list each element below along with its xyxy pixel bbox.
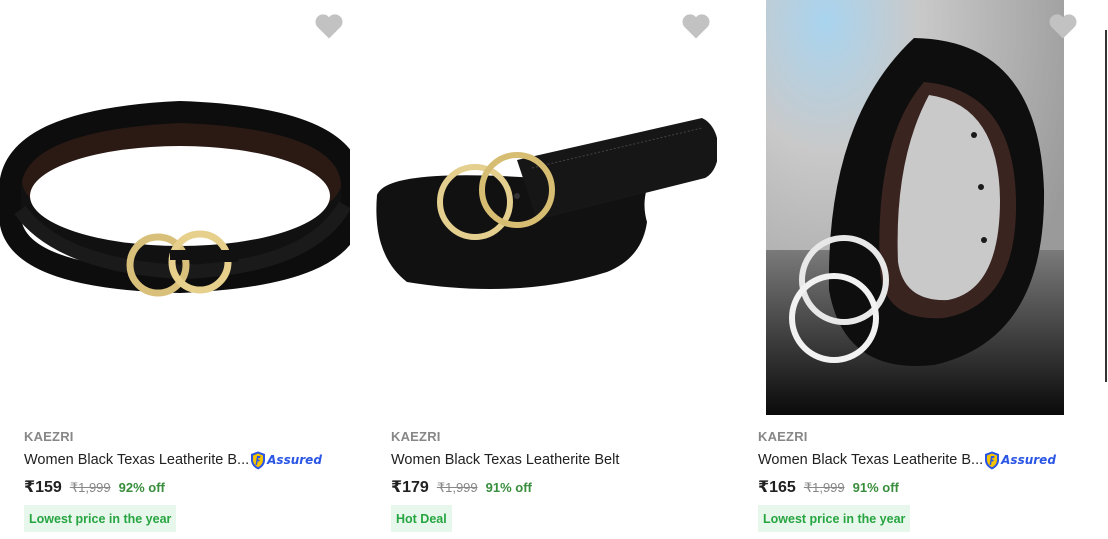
assured-badge: Assured xyxy=(984,451,1056,470)
assured-shield-icon xyxy=(985,451,1000,469)
wishlist-heart-icon[interactable] xyxy=(314,12,344,40)
product-title[interactable]: Women Black Texas Leatherite B... xyxy=(758,452,983,468)
product-brand: KAEZRI xyxy=(24,429,74,444)
assured-shield-icon xyxy=(251,451,266,469)
product-card[interactable]: KAEZRI Women Black Texas Leatherite Belt… xyxy=(367,0,717,539)
price-row: ₹165 ₹1,999 91% off xyxy=(758,477,899,497)
product-image[interactable] xyxy=(367,0,717,420)
assured-label: Assured xyxy=(1001,453,1056,467)
product-card[interactable]: KAEZRI Women Black Texas Leatherite B...… xyxy=(0,0,350,539)
assured-label: Assured xyxy=(267,453,322,467)
discount-percent: 91% off xyxy=(485,480,532,495)
assured-badge: Assured xyxy=(250,451,322,470)
product-title[interactable]: Women Black Texas Leatherite Belt xyxy=(391,452,619,468)
offer-tag: Hot Deal xyxy=(391,505,452,532)
original-price: ₹1,999 xyxy=(803,480,845,495)
product-brand: KAEZRI xyxy=(758,429,808,444)
product-title-row: Women Black Texas Leatherite B... Assure… xyxy=(758,449,1056,471)
next-card-edge xyxy=(1105,30,1107,382)
product-card[interactable]: KAEZRI Women Black Texas Leatherite B...… xyxy=(734,0,1084,539)
discount-percent: 92% off xyxy=(118,480,165,495)
product-image[interactable] xyxy=(734,0,1084,420)
selling-price: ₹179 xyxy=(391,479,429,496)
wishlist-heart-icon[interactable] xyxy=(1048,12,1078,40)
offer-tag: Lowest price in the year xyxy=(24,505,177,532)
wishlist-heart-icon[interactable] xyxy=(681,12,711,40)
product-image[interactable] xyxy=(0,0,350,420)
product-title[interactable]: Women Black Texas Leatherite B... xyxy=(24,452,249,468)
offer-tag: Lowest price in the year xyxy=(758,505,911,532)
product-title-row: Women Black Texas Leatherite B... Assure… xyxy=(24,449,322,471)
original-price: ₹1,999 xyxy=(69,480,111,495)
product-brand: KAEZRI xyxy=(391,429,441,444)
original-price: ₹1,999 xyxy=(436,480,478,495)
selling-price: ₹159 xyxy=(24,479,62,496)
selling-price: ₹165 xyxy=(758,479,796,496)
product-title-row: Women Black Texas Leatherite Belt xyxy=(391,449,619,471)
price-row: ₹159 ₹1,999 92% off xyxy=(24,477,165,497)
price-row: ₹179 ₹1,999 91% off xyxy=(391,477,532,497)
discount-percent: 91% off xyxy=(852,480,899,495)
